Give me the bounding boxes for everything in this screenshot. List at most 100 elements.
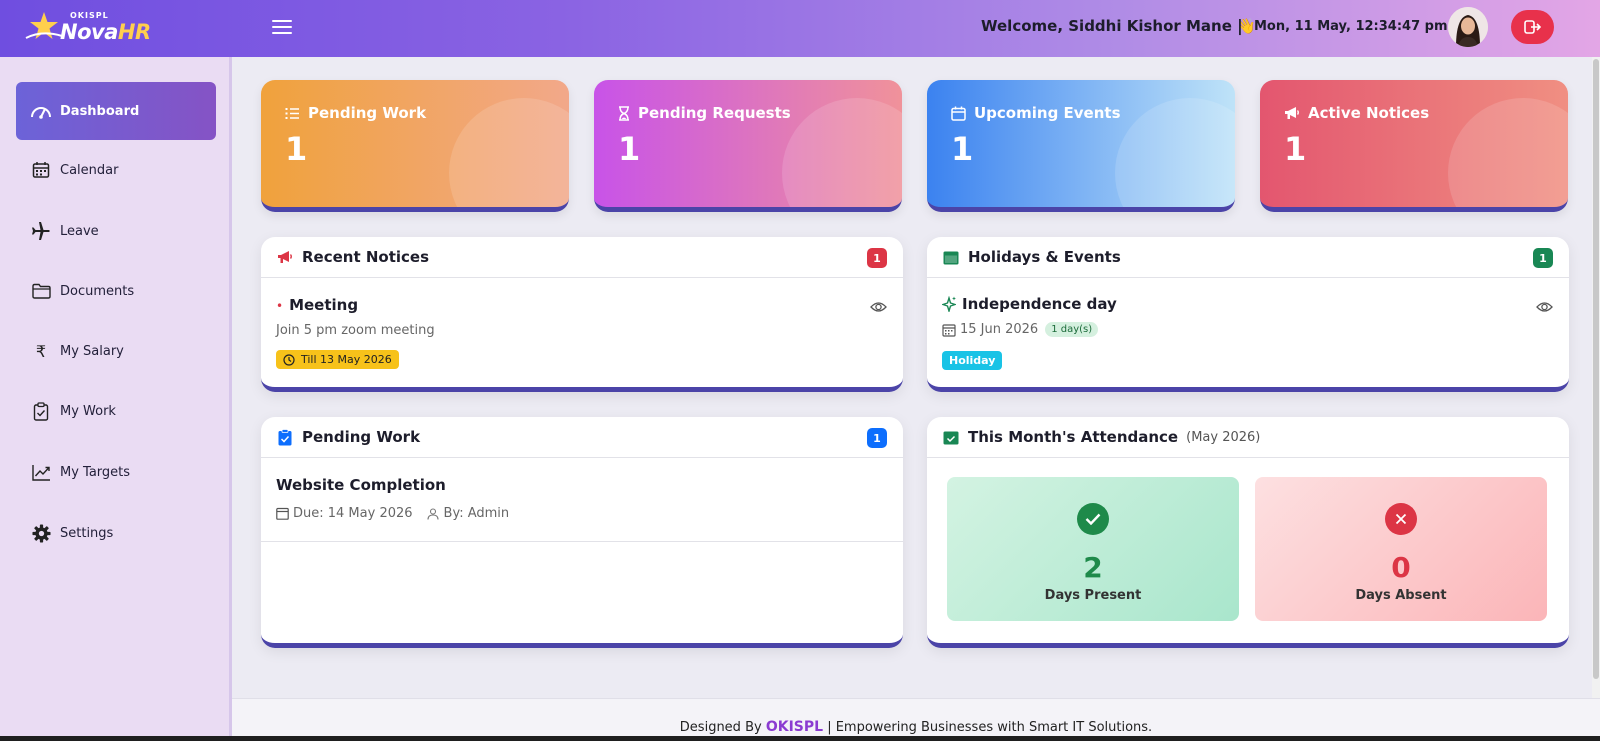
- calendar-icon: [30, 159, 52, 181]
- speedometer-icon: [30, 100, 52, 122]
- sidebar-item-label: My Targets: [60, 464, 131, 480]
- logo-product-text: NovaHR: [60, 20, 151, 44]
- logo-nova-text: Nova: [60, 20, 118, 44]
- stat-card-title: Upcoming Events: [951, 104, 1121, 122]
- days-present-card: 2 Days Present: [947, 477, 1239, 621]
- stat-value: 1: [1284, 130, 1307, 168]
- avatar-portrait-icon: [1448, 7, 1488, 47]
- holiday-date-row: 15 Jun 2026 1 day(s): [942, 322, 1099, 337]
- holiday-title: Independence day: [962, 295, 1117, 313]
- holiday-item[interactable]: Independence day: [942, 295, 1117, 313]
- notice-count-badge: 1: [867, 248, 887, 268]
- list-icon: [285, 107, 299, 119]
- menu-toggle-button[interactable]: [272, 20, 292, 36]
- trend-chart-icon: [30, 461, 52, 483]
- stat-card-upcoming-events[interactable]: Upcoming Events 1: [927, 80, 1235, 212]
- days-absent-label: Days Absent: [1355, 588, 1447, 603]
- x-circle-icon: [1385, 503, 1417, 535]
- work-title: Website Completion: [276, 476, 446, 494]
- card-decoration: [1448, 98, 1568, 207]
- notice-description: Join 5 pm zoom meeting: [276, 323, 435, 338]
- user-avatar[interactable]: [1448, 7, 1488, 47]
- work-assigned-by: By: Admin: [443, 506, 510, 521]
- stat-title-text: Pending Work: [308, 104, 427, 122]
- welcome-text: Welcome, Siddhi Kishor Mane 👋: [981, 17, 1256, 35]
- folder-icon: [30, 280, 52, 302]
- header-separator: |: [1237, 16, 1243, 35]
- stat-title-text: Upcoming Events: [974, 104, 1121, 122]
- panel-header: This Month's Attendance (May 2026): [927, 417, 1569, 458]
- logo-company-text: OKISPL: [70, 11, 109, 20]
- footer-suffix: | Empowering Businesses with Smart IT So…: [827, 720, 1153, 735]
- stat-value: 1: [285, 130, 308, 168]
- sidebar-item-label: Settings: [60, 525, 114, 541]
- os-taskbar-strip: [0, 736, 1600, 741]
- megaphone-icon: [276, 248, 294, 266]
- work-item[interactable]: Website Completion Due: 14 May 2026 By: …: [261, 458, 903, 542]
- work-due-date: Due: 14 May 2026: [293, 506, 413, 521]
- sidebar-item-dashboard[interactable]: Dashboard: [16, 82, 216, 140]
- calendar-icon: [276, 507, 289, 520]
- hamburger-line: [272, 20, 292, 22]
- novahr-logo[interactable]: OKISPL NovaHR: [24, 8, 154, 48]
- footer-text: Designed By OKISPL | Empowering Business…: [232, 719, 1600, 735]
- footer: Designed By OKISPL | Empowering Business…: [232, 698, 1600, 741]
- rupee-icon: ₹: [35, 341, 47, 361]
- stat-card-pending-work[interactable]: Pending Work 1: [261, 80, 569, 212]
- notice-item[interactable]: • Meeting: [276, 295, 358, 314]
- airplane-icon: [30, 220, 52, 242]
- pending-work-panel: Pending Work 1 Website Completion Due: 1…: [261, 417, 903, 648]
- sidebar-item-leave[interactable]: Leave: [16, 202, 216, 260]
- view-notice-button[interactable]: [870, 298, 887, 317]
- sidebar-item-label: My Work: [60, 403, 116, 419]
- panel-header: Holidays & Events 1: [927, 237, 1569, 278]
- view-holiday-button[interactable]: [1536, 298, 1553, 317]
- holiday-duration-tag: 1 day(s): [1045, 322, 1099, 337]
- card-decoration: [1115, 98, 1235, 207]
- sidebar-item-my-salary[interactable]: ₹ My Salary: [16, 322, 216, 380]
- calendar-icon: [942, 323, 956, 337]
- work-count-badge: 1: [867, 428, 887, 448]
- stat-title-text: Pending Requests: [638, 104, 791, 122]
- page-scrollbar[interactable]: [1592, 57, 1600, 698]
- logout-icon: [1523, 20, 1541, 34]
- hourglass-icon: [619, 105, 629, 121]
- sidebar-item-documents[interactable]: Documents: [16, 262, 216, 320]
- calendar-icon: [951, 106, 966, 121]
- gear-icon: [30, 522, 52, 544]
- notice-title: Meeting: [289, 296, 359, 314]
- sidebar-item-label: Calendar: [60, 162, 119, 178]
- megaphone-icon: [1285, 107, 1299, 119]
- sidebar-item-label: Documents: [60, 283, 135, 299]
- panel-title: Holidays & Events: [968, 248, 1121, 266]
- calendar-icon: [942, 248, 960, 266]
- sidebar: Dashboard Calendar Leave Documents ₹ My …: [0, 57, 232, 741]
- sidebar-item-my-work[interactable]: My Work: [16, 382, 216, 440]
- card-decoration: [449, 98, 569, 207]
- notice-till-badge: Till 13 May 2026: [276, 350, 399, 370]
- logout-button[interactable]: [1511, 10, 1554, 44]
- panel-title: Recent Notices: [302, 248, 430, 266]
- scrollbar-thumb[interactable]: [1593, 59, 1599, 679]
- sidebar-item-label: Dashboard: [60, 103, 140, 119]
- holidays-events-panel: Holidays & Events 1 Independence day 15 …: [927, 237, 1569, 392]
- stat-card-active-notices[interactable]: Active Notices 1: [1260, 80, 1568, 212]
- panel-header: Recent Notices 1: [261, 237, 903, 278]
- eye-icon: [1536, 302, 1553, 312]
- panel-title: This Month's Attendance: [968, 428, 1179, 446]
- sidebar-item-settings[interactable]: Settings: [16, 504, 216, 562]
- panel-subtitle: (May 2026): [1186, 429, 1261, 445]
- till-text: Till 13 May 2026: [301, 353, 392, 366]
- sidebar-item-calendar[interactable]: Calendar: [16, 141, 216, 199]
- stat-card-pending-requests[interactable]: Pending Requests 1: [594, 80, 902, 212]
- clipboard-icon: [30, 400, 52, 422]
- top-header: OKISPL NovaHR Welcome, Siddhi Kishor Man…: [0, 0, 1600, 57]
- stat-card-title: Pending Work: [285, 104, 426, 122]
- hamburger-line: [272, 32, 292, 34]
- sidebar-item-my-targets[interactable]: My Targets: [16, 443, 216, 501]
- footer-brand-link[interactable]: OKISPL: [766, 719, 823, 735]
- hamburger-line: [272, 26, 292, 28]
- work-meta: Due: 14 May 2026 By: Admin: [276, 506, 509, 521]
- holiday-type-badge: Holiday: [942, 351, 1003, 370]
- stat-card-title: Active Notices: [1284, 104, 1429, 122]
